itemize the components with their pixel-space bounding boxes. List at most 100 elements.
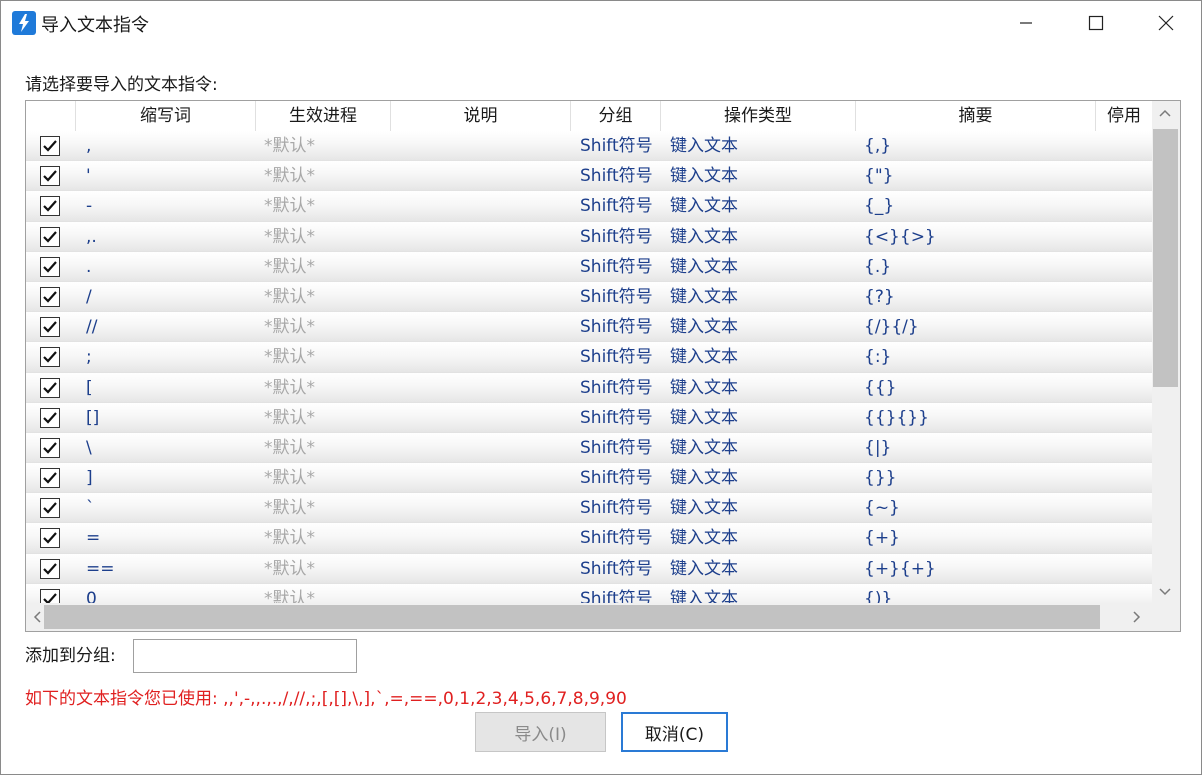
cell-summary: {)} (864, 588, 893, 603)
cell-process: *默认* (264, 317, 315, 338)
scroll-down-icon[interactable] (1158, 585, 1172, 601)
cell-action-type: 键入文本 (670, 407, 738, 428)
cell-summary: {_} (864, 196, 895, 217)
header-disabled[interactable]: 停用 (1096, 101, 1152, 131)
cell-summary: {{}{}} (864, 407, 929, 428)
table-row[interactable]: // *默认* Shift符号 键入文本 {/}{/} (26, 312, 1152, 343)
row-checkbox[interactable] (40, 136, 60, 156)
commands-table: 缩写词 生效进程 说明 分组 操作类型 摘要 停用 , *默认* Shift符号 键入… (25, 100, 1181, 632)
maximize-button[interactable] (1061, 1, 1131, 45)
scroll-up-icon[interactable] (1158, 106, 1172, 122)
table-row[interactable]: / *默认* Shift符号 键入文本 {?} (26, 281, 1152, 313)
row-checkbox[interactable] (40, 196, 60, 217)
scroll-right-icon[interactable] (1132, 610, 1142, 628)
close-button[interactable] (1131, 1, 1201, 45)
checkmark-icon (43, 593, 57, 603)
header-group[interactable]: 分组 (571, 101, 661, 131)
cell-group: Shift符号 (580, 437, 653, 458)
table-row[interactable]: ,. *默认* Shift符号 键入文本 {<}{>} (26, 221, 1152, 252)
table-row[interactable]: \ *默认* Shift符号 键入文本 {|} (26, 432, 1152, 464)
header-checkbox-column[interactable] (26, 101, 76, 131)
checkmark-icon (43, 321, 57, 333)
row-checkbox[interactable] (40, 468, 60, 489)
checkmark-icon (43, 351, 57, 363)
table-row[interactable]: [*默认* Shift符号 键入文本 {{} (26, 372, 1152, 403)
cell-abbreviation: \ (86, 437, 92, 458)
header-description[interactable]: 说明 (391, 101, 571, 131)
cell-summary: {:} (864, 347, 892, 368)
table-row[interactable]: [] *默认* Shift符号 键入文本 {{}{}} (26, 402, 1152, 433)
table-header: 缩写词 生效进程 说明 分组 操作类型 摘要 停用 (26, 101, 1152, 132)
minimize-icon (1020, 22, 1032, 24)
cell-summary: {}} (864, 468, 897, 489)
header-process[interactable]: 生效进程 (256, 101, 391, 131)
row-checkbox[interactable] (40, 588, 60, 603)
cell-group: Shift符号 (580, 498, 653, 519)
table-body: , *默认* Shift符号 键入文本 {,} ' *默认* Shift符号 键入文本 {"} - *… (26, 131, 1152, 603)
row-checkbox[interactable] (40, 226, 60, 247)
row-checkbox[interactable] (40, 407, 60, 428)
table-row[interactable]: = *默认* Shift符号 键入文本 {+} (26, 523, 1152, 554)
row-checkbox[interactable] (40, 377, 60, 398)
title-bar[interactable]: 导入文本指令 (1, 1, 1201, 45)
table-row[interactable]: , *默认* Shift符号 键入文本 {,} (26, 131, 1152, 162)
cell-group: Shift符号 (580, 468, 653, 489)
checkmark-icon (43, 291, 57, 303)
table-row[interactable]: 0 *默认* Shift符号 键入文本 {)} (26, 583, 1152, 603)
cell-group: Shift符号 (580, 588, 653, 603)
cell-summary: {?} (864, 286, 895, 307)
horizontal-scroll-thumb[interactable] (44, 605, 1100, 629)
row-checkbox[interactable] (40, 286, 60, 307)
table-row[interactable]: ' *默认* Shift符号 键入文本 {"} (26, 161, 1152, 192)
header-abbreviation[interactable]: 缩写词 (76, 101, 256, 131)
row-checkbox[interactable] (40, 256, 60, 277)
cell-group: Shift符号 (580, 196, 653, 217)
cell-abbreviation: ' (86, 166, 91, 187)
row-checkbox[interactable] (40, 317, 60, 338)
import-button[interactable]: 导入(I) (475, 712, 606, 752)
cell-action-type: 键入文本 (670, 226, 738, 247)
row-checkbox[interactable] (40, 558, 60, 579)
cell-action-type: 键入文本 (670, 498, 738, 519)
cell-process: *默认* (264, 377, 315, 398)
table-row[interactable]: . *默认* Shift符号 键入文本 {.} (26, 251, 1152, 282)
cell-process: *默认* (264, 407, 315, 428)
table-row[interactable]: == *默认* Shift符号 键入文本 {+}{+} (26, 553, 1152, 584)
cell-summary: {"} (864, 166, 894, 187)
checkmark-icon (43, 230, 57, 243)
cell-action-type: 键入文本 (670, 588, 738, 603)
cell-abbreviation: ] (86, 468, 93, 489)
group-input[interactable] (133, 639, 357, 673)
row-checkbox[interactable] (40, 166, 60, 187)
table-row[interactable]: ; *默认* Shift符号 键入文本 {:} (26, 342, 1152, 373)
row-checkbox[interactable] (40, 528, 60, 549)
cell-action-type: 键入文本 (670, 256, 738, 277)
row-checkbox[interactable] (40, 498, 60, 519)
cell-process: *默认* (264, 136, 315, 156)
cell-summary: {+} (864, 528, 900, 549)
cell-group: Shift符号 (580, 286, 653, 307)
vertical-scroll-thumb[interactable] (1153, 129, 1178, 387)
cell-process: *默认* (264, 286, 315, 307)
header-summary[interactable]: 摘要 (856, 101, 1096, 131)
window-title: 导入文本指令 (41, 15, 149, 36)
table-row[interactable]: ` *默认* Shift符号 键入文本 {~} (26, 493, 1152, 524)
header-action-type[interactable]: 操作类型 (661, 101, 856, 131)
minimize-button[interactable] (991, 1, 1061, 45)
scroll-left-icon[interactable] (32, 610, 42, 628)
cell-process: *默认* (264, 437, 315, 458)
cell-process: *默认* (264, 558, 315, 579)
cell-process: *默认* (264, 166, 315, 187)
table-row[interactable]: ] *默认* Shift符号 键入文本 {}} (26, 463, 1152, 494)
cell-abbreviation: ; (86, 347, 92, 368)
checkmark-icon (43, 200, 57, 212)
row-checkbox[interactable] (40, 437, 60, 458)
cell-action-type: 键入文本 (670, 468, 738, 489)
cell-group: Shift符号 (580, 136, 653, 156)
cancel-button[interactable]: 取消(C) (621, 712, 728, 752)
checkmark-icon (43, 261, 57, 273)
row-checkbox[interactable] (40, 347, 60, 368)
table-row[interactable]: - *默认* Shift符号 键入文本 {_} (26, 191, 1152, 222)
cell-summary: {~} (864, 498, 900, 519)
cell-group: Shift符号 (580, 407, 653, 428)
